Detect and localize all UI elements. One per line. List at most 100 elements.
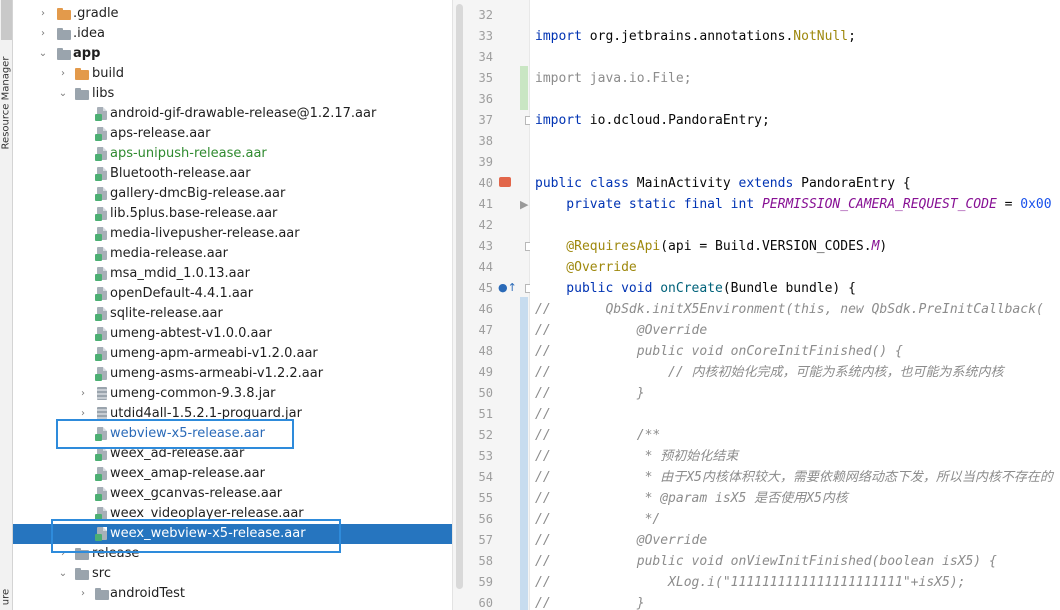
code-token: @Override: [535, 260, 637, 275]
line-number: 52: [478, 428, 493, 442]
line-number: 34: [478, 50, 493, 64]
annotation-highlight-box: [56, 419, 294, 449]
code-token: // public void onCoreInitFinished() {: [535, 344, 903, 359]
tree-item-label: app: [73, 46, 101, 61]
tree-item-label: android-gif-drawable-release@1.2.17.aar: [110, 106, 377, 121]
code-line: @RequiresApi(api = Build.VERSION_CODES.M…: [535, 236, 887, 257]
tree-item[interactable]: umeng-apm-armeabi-v1.2.0.aar: [13, 344, 465, 364]
code-token: // }: [535, 386, 645, 401]
code-token: // @Override: [535, 323, 708, 338]
code-token: onCreate: [660, 281, 723, 296]
tree-item-label: libs: [92, 86, 115, 101]
folder-icon: [95, 588, 109, 602]
tree-item[interactable]: ⌄ libs: [13, 84, 465, 104]
folder-icon: [75, 88, 89, 102]
code-token: // }: [535, 596, 645, 610]
tree-item[interactable]: › androidTest: [13, 584, 465, 604]
code-token: import java.io.File;: [535, 71, 692, 86]
code-token: //: [535, 407, 551, 422]
line-number: 53: [478, 449, 493, 463]
tree-item[interactable]: aps-release.aar: [13, 124, 465, 144]
chevron-right-icon[interactable]: ›: [77, 584, 89, 604]
tree-item[interactable]: › .gradle: [13, 4, 465, 24]
code-token: // public void onViewInitFinished(boolea…: [535, 554, 997, 569]
aar-library-icon: [95, 467, 109, 481]
tree-item-label: build: [92, 66, 124, 81]
tree-item[interactable]: media-release.aar: [13, 244, 465, 264]
tree-item[interactable]: gallery-dmcBig-release.aar: [13, 184, 465, 204]
tree-scrollbar-thumb[interactable]: [456, 4, 463, 589]
line-number: 57: [478, 533, 493, 547]
tree-item-label: src: [92, 566, 111, 581]
tree-item-label: Bluetooth-release.aar: [110, 166, 251, 181]
aar-library-icon: [95, 447, 109, 461]
aar-library-icon: [95, 187, 109, 201]
code-line: // @Override: [535, 320, 707, 341]
run-arrow-icon[interactable]: ▶: [520, 199, 528, 210]
tree-item-label: weex_amap-release.aar: [110, 466, 265, 481]
tree-item[interactable]: openDefault-4.4.1.aar: [13, 284, 465, 304]
project-tool-tab[interactable]: [1, 0, 12, 40]
code-line: // }: [535, 593, 645, 610]
tree-item[interactable]: lib.5plus.base-release.aar: [13, 204, 465, 224]
resource-manager-tab[interactable]: Resource Manager: [0, 48, 13, 158]
aar-library-icon: [95, 327, 109, 341]
class-icon[interactable]: [499, 177, 511, 189]
code-token: ;: [848, 29, 856, 44]
code-token: public void: [535, 281, 661, 296]
code-token: (Bundle bundle) {: [722, 281, 856, 296]
tree-item[interactable]: umeng-asms-armeabi-v1.2.2.aar: [13, 364, 465, 384]
tree-item[interactable]: android-gif-drawable-release@1.2.17.aar: [13, 104, 465, 124]
tree-item[interactable]: › .idea: [13, 24, 465, 44]
line-number: 46: [478, 302, 493, 316]
chevron-right-icon[interactable]: ›: [57, 64, 69, 84]
jar-archive-icon: [95, 387, 109, 401]
tree-item-label: androidTest: [110, 586, 185, 601]
tree-item[interactable]: ⌄ app: [13, 44, 465, 64]
code-token: NotNull: [793, 29, 849, 44]
line-number: 36: [478, 92, 493, 106]
code-token: import: [535, 113, 590, 128]
tree-item[interactable]: umeng-abtest-v1.0.0.aar: [13, 324, 465, 344]
code-token: // /**: [535, 428, 661, 443]
line-number: 43: [478, 239, 493, 253]
tree-item[interactable]: weex_amap-release.aar: [13, 464, 465, 484]
override-icon[interactable]: ●↑: [498, 282, 517, 293]
tree-item[interactable]: sqlite-release.aar: [13, 304, 465, 324]
code-token: public class: [535, 176, 637, 191]
vcs-change-marker[interactable]: [520, 66, 528, 110]
tree-item-label: media-release.aar: [110, 246, 228, 261]
tree-item[interactable]: weex_gcanvas-release.aar: [13, 484, 465, 504]
code-line: //: [535, 404, 551, 425]
aar-library-icon: [95, 267, 109, 281]
code-editor[interactable]: import org.jetbrains.annotations.NotNull…: [530, 0, 1060, 610]
line-number: 56: [478, 512, 493, 526]
tree-item[interactable]: media-livepusher-release.aar: [13, 224, 465, 244]
tree-item[interactable]: Bluetooth-release.aar: [13, 164, 465, 184]
tree-item-label: openDefault-4.4.1.aar: [110, 286, 254, 301]
chevron-right-icon[interactable]: ›: [37, 24, 49, 44]
line-number: 50: [478, 386, 493, 400]
code-line: import org.jetbrains.annotations.NotNull…: [535, 26, 856, 47]
tree-item[interactable]: ⌄ src: [13, 564, 465, 584]
line-number: 59: [478, 575, 493, 589]
code-line: // * @param isX5 是否使用X5内核: [535, 488, 848, 509]
structure-tab[interactable]: ure: [0, 585, 13, 610]
tree-scrollbar[interactable]: [452, 0, 465, 610]
tree-item[interactable]: aps-unipush-release.aar: [13, 144, 465, 164]
chevron-down-icon[interactable]: ⌄: [37, 44, 49, 64]
tree-item[interactable]: msa_mdid_1.0.13.aar: [13, 264, 465, 284]
code-token: // QbSdk.initX5Environment(this, new QbS…: [535, 302, 1044, 317]
line-number: 32: [478, 8, 493, 22]
line-number: 49: [478, 365, 493, 379]
chevron-right-icon[interactable]: ›: [77, 384, 89, 404]
tree-item[interactable]: › umeng-common-9.3.8.jar: [13, 384, 465, 404]
chevron-right-icon[interactable]: ›: [37, 4, 49, 24]
chevron-down-icon[interactable]: ⌄: [57, 564, 69, 584]
vcs-modified-marker[interactable]: [520, 297, 528, 610]
tree-item-label: lib.5plus.base-release.aar: [110, 206, 278, 221]
line-number: 58: [478, 554, 493, 568]
chevron-down-icon[interactable]: ⌄: [57, 84, 69, 104]
tree-item-label: media-livepusher-release.aar: [110, 226, 300, 241]
tree-item[interactable]: › build: [13, 64, 465, 84]
